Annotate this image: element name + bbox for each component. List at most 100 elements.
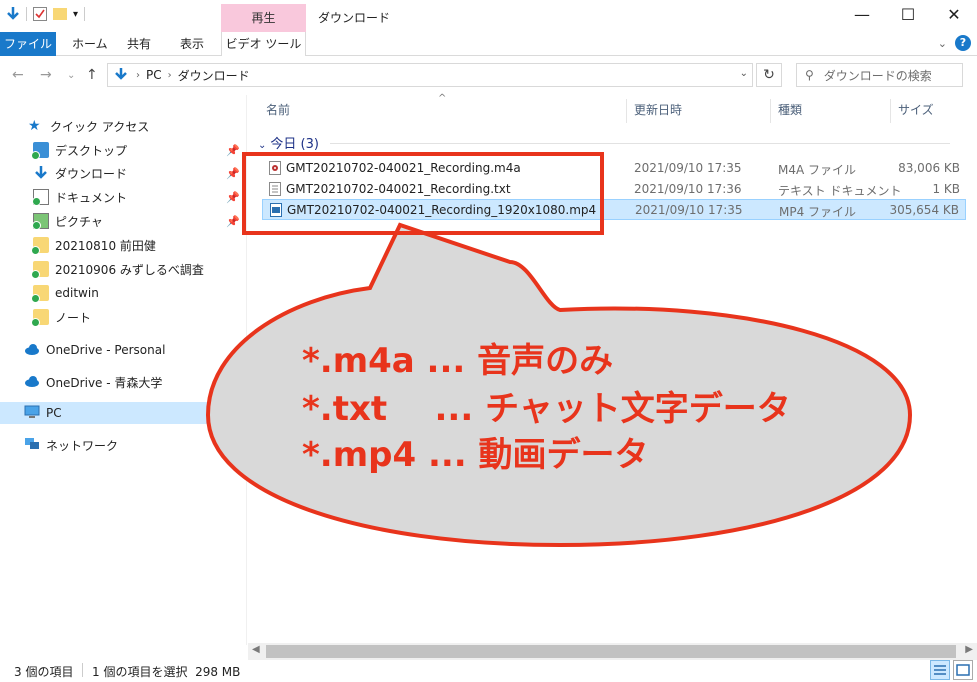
sidebar-item-note[interactable]: ノート <box>0 306 246 328</box>
sidebar-item-label: PC <box>46 406 62 420</box>
context-tab-playback[interactable]: 再生 <box>221 4 306 32</box>
sidebar-item-label: ドキュメント <box>55 190 128 205</box>
ribbon-right-controls: ⌄ ? <box>938 35 971 51</box>
file-date: 2021/09/10 17:35 <box>634 161 742 175</box>
title-bar: ▾ 再生 ダウンロード — ☐ ✕ <box>0 0 977 32</box>
file-highlight-box <box>242 152 604 235</box>
file-size: 305,654 KB <box>889 203 959 217</box>
navigation-pane: ★ クイック アクセス デスクトップ 📌 ダウンロード 📌 ドキュメント 📌 ピ… <box>0 95 247 645</box>
sidebar-item-label: ノート <box>55 310 92 325</box>
pin-icon[interactable]: 📌 <box>226 215 240 228</box>
download-folder-icon <box>114 67 128 84</box>
help-icon[interactable]: ? <box>955 35 971 51</box>
sidebar-item-label: 20210810 前田健 <box>55 238 156 253</box>
sidebar-item-quick-access[interactable]: ★ クイック アクセス <box>0 115 246 137</box>
column-header-name[interactable]: 名前 <box>266 95 290 125</box>
tab-file[interactable]: ファイル <box>0 32 56 56</box>
tab-home[interactable]: ホーム <box>72 32 108 56</box>
properties-icon[interactable] <box>33 7 47 21</box>
sidebar-item-label: editwin <box>55 286 99 300</box>
sidebar-item-pc[interactable]: PC <box>0 402 246 424</box>
search-placeholder: ダウンロードの検索 <box>823 68 932 83</box>
tab-share[interactable]: 共有 <box>127 32 151 56</box>
file-type: M4A ファイル <box>778 163 857 177</box>
minimize-button[interactable]: — <box>839 0 885 30</box>
sidebar-item-folder-20210906[interactable]: 20210906 みずしるべ調査 <box>0 258 246 280</box>
tab-view[interactable]: 表示 <box>180 32 204 56</box>
window-title: ダウンロード <box>318 11 391 25</box>
column-divider[interactable] <box>890 99 891 123</box>
pin-icon[interactable]: 📌 <box>226 167 240 180</box>
tab-video-tools[interactable]: ビデオ ツール <box>221 32 306 56</box>
file-size: 83,006 KB <box>898 161 960 175</box>
sidebar-item-label: デスクトップ <box>55 143 128 158</box>
scrollbar-thumb[interactable] <box>266 645 956 658</box>
forward-arrow-icon[interactable]: → <box>40 67 52 83</box>
horizontal-scrollbar[interactable]: ◀ ▶ <box>248 643 977 660</box>
search-input[interactable]: ⚲ ダウンロードの検索 <box>796 63 963 87</box>
large-icons-view-button[interactable] <box>953 660 973 680</box>
scroll-right-icon[interactable]: ▶ <box>965 644 973 655</box>
sidebar-item-network[interactable]: ネットワーク <box>0 434 246 456</box>
group-header-today[interactable]: ⌄ 今日 (3) <box>258 133 319 152</box>
file-size: 1 KB <box>932 182 960 196</box>
annotation-line-m4a: *.m4a ... 音声のみ <box>302 341 614 381</box>
file-date: 2021/09/10 17:36 <box>634 182 742 196</box>
annotation-line-mp4: *.mp4 ... 動画データ <box>302 435 649 475</box>
sidebar-item-label: OneDrive - Personal <box>46 343 166 357</box>
refresh-button[interactable]: ↻ <box>756 63 782 87</box>
sidebar-item-desktop[interactable]: デスクトップ 📌 <box>0 139 246 161</box>
toolbar-divider <box>26 7 27 21</box>
close-button[interactable]: ✕ <box>931 0 977 30</box>
sidebar-item-pictures[interactable]: ピクチャ 📌 <box>0 210 246 232</box>
breadcrumb-pc[interactable]: PC <box>146 68 162 82</box>
expand-ribbon-icon[interactable]: ⌄ <box>938 37 947 50</box>
download-arrow-icon <box>33 165 49 181</box>
pin-icon[interactable]: 📌 <box>226 191 240 204</box>
folder-icon <box>31 309 49 327</box>
sidebar-item-label: 20210906 みずしるべ調査 <box>55 262 204 277</box>
group-label: 今日 (3) <box>270 137 319 152</box>
sidebar-item-onedrive-org[interactable]: OneDrive - 青森大学 <box>0 371 246 393</box>
sidebar-item-documents[interactable]: ドキュメント 📌 <box>0 186 246 208</box>
sidebar-item-label: ネットワーク <box>46 438 119 453</box>
sidebar-item-downloads[interactable]: ダウンロード 📌 <box>0 162 246 184</box>
breadcrumb-downloads[interactable]: ダウンロード <box>178 67 250 84</box>
cloud-icon <box>24 342 40 358</box>
navigation-bar: ← → ⌄ ↑ › PC › ダウンロード ⌄ ↻ ⚲ ダウンロードの検索 <box>0 57 977 95</box>
item-count: 3 個の項目 <box>14 665 74 679</box>
sidebar-item-onedrive-personal[interactable]: OneDrive - Personal <box>0 339 246 361</box>
recent-locations-icon[interactable]: ⌄ <box>67 70 75 81</box>
chevron-right-icon[interactable]: › <box>168 70 172 81</box>
column-header-type[interactable]: 種類 <box>778 95 802 125</box>
column-header-date[interactable]: 更新日時 <box>634 95 682 125</box>
pin-icon[interactable]: 📌 <box>226 144 240 157</box>
column-header-size[interactable]: サイズ <box>898 95 934 125</box>
up-arrow-icon[interactable]: ↑ <box>86 67 98 83</box>
document-icon <box>32 189 49 206</box>
folder-icon <box>31 261 49 279</box>
customize-toolbar-icon[interactable]: ▾ <box>73 9 78 20</box>
sidebar-item-editwin[interactable]: editwin <box>0 282 246 304</box>
new-folder-icon[interactable] <box>53 8 67 20</box>
maximize-button[interactable]: ☐ <box>885 0 931 30</box>
download-arrow-icon[interactable] <box>6 6 20 22</box>
chevron-down-icon[interactable]: ⌄ <box>740 68 748 79</box>
quick-access-toolbar: ▾ <box>6 6 86 22</box>
column-divider[interactable] <box>770 99 771 123</box>
back-arrow-icon[interactable]: ← <box>12 67 24 83</box>
desktop-icon <box>31 142 49 160</box>
sidebar-item-label: ダウンロード <box>55 166 128 181</box>
sidebar-item-label: ピクチャ <box>55 214 103 229</box>
chevron-right-icon[interactable]: › <box>136 70 140 81</box>
sidebar-item-folder-20210810[interactable]: 20210810 前田健 <box>0 234 246 256</box>
sidebar-item-label: クイック アクセス <box>50 119 150 134</box>
pc-icon <box>24 405 40 421</box>
group-divider <box>330 143 950 144</box>
search-icon: ⚲ <box>805 68 814 82</box>
address-bar[interactable]: › PC › ダウンロード ⌄ <box>107 63 753 87</box>
chevron-down-icon[interactable]: ⌄ <box>258 140 266 151</box>
column-divider[interactable] <box>626 99 627 123</box>
details-view-button[interactable] <box>930 660 950 680</box>
scroll-left-icon[interactable]: ◀ <box>252 644 260 655</box>
